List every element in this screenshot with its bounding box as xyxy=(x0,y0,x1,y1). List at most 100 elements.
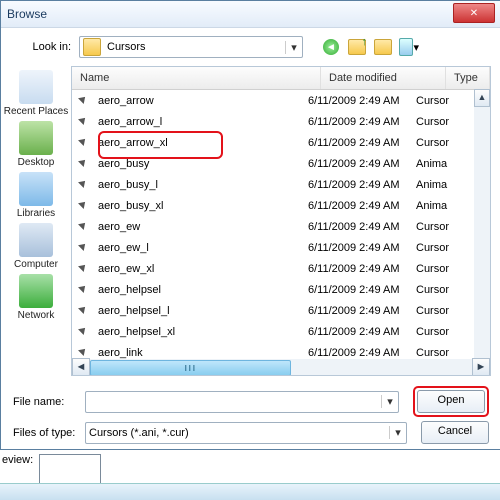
chevron-down-icon[interactable]: ▾ xyxy=(381,395,398,408)
view-menu-button[interactable]: ▾ xyxy=(399,37,419,57)
file-date: 6/11/2009 2:49 AM xyxy=(308,221,416,233)
titlebar: Browse ✕ xyxy=(1,1,500,28)
sidebar-item-recent[interactable]: Recent Places xyxy=(4,70,68,117)
file-row[interactable]: aero_ew_l6/11/2009 2:49 AMCursor xyxy=(72,237,490,258)
file-name: aero_link xyxy=(98,347,308,359)
sidebar-item-libraries[interactable]: Libraries xyxy=(17,172,55,219)
file-list-body: aero_arrow6/11/2009 2:49 AMCursoraero_ar… xyxy=(72,90,490,363)
scroll-up-button[interactable]: ▲ xyxy=(474,89,490,107)
file-name: aero_busy_l xyxy=(98,179,308,191)
file-name: aero_ew_xl xyxy=(98,263,308,275)
chevron-down-icon[interactable]: ▾ xyxy=(285,41,302,54)
file-name: aero_arrow_l xyxy=(98,116,308,128)
file-name: aero_helpsel xyxy=(98,284,308,296)
filetype-value: Cursors (*.ani, *.cur) xyxy=(86,427,389,439)
file-row[interactable]: aero_arrow6/11/2009 2:49 AMCursor xyxy=(72,90,490,111)
filename-input[interactable]: ▾ xyxy=(85,391,399,413)
sidebar-item-desktop[interactable]: Desktop xyxy=(18,121,55,168)
file-date: 6/11/2009 2:49 AM xyxy=(308,347,416,359)
column-date[interactable]: Date modified xyxy=(321,67,446,89)
file-list: Name Date modified Type aero_arrow6/11/2… xyxy=(71,66,491,376)
filetype-label: Files of type: xyxy=(13,427,77,439)
toolbar: ◄ ▾ xyxy=(321,37,419,57)
lookin-combo[interactable]: Cursors ▾ xyxy=(79,36,303,58)
up-button[interactable] xyxy=(347,37,367,57)
places-sidebar: Recent Places Desktop Libraries Computer… xyxy=(1,66,71,376)
cursor-file-icon xyxy=(78,241,92,255)
network-icon xyxy=(19,274,53,308)
file-name: aero_ew xyxy=(98,221,308,233)
file-row[interactable]: aero_helpsel6/11/2009 2:49 AMCursor xyxy=(72,279,490,300)
sidebar-item-label: Desktop xyxy=(18,157,55,168)
vertical-scrollbar[interactable]: ▲ xyxy=(474,89,490,359)
file-row[interactable]: aero_busy_xl6/11/2009 2:49 AMAnima xyxy=(72,195,490,216)
file-row[interactable]: aero_busy_l6/11/2009 2:49 AMAnima xyxy=(72,174,490,195)
sidebar-item-computer[interactable]: Computer xyxy=(14,223,58,270)
filetype-combo[interactable]: Cursors (*.ani, *.cur) ▾ xyxy=(85,422,407,444)
file-row[interactable]: aero_arrow_xl6/11/2009 2:49 AMCursor xyxy=(72,132,490,153)
new-folder-icon xyxy=(374,39,392,55)
cursor-file-icon xyxy=(78,157,92,171)
file-row[interactable]: aero_arrow_l6/11/2009 2:49 AMCursor xyxy=(72,111,490,132)
column-name[interactable]: Name xyxy=(72,67,321,89)
scroll-left-button[interactable]: ◄ xyxy=(72,358,90,376)
file-row[interactable]: aero_helpsel_l6/11/2009 2:49 AMCursor xyxy=(72,300,490,321)
file-date: 6/11/2009 2:49 AM xyxy=(308,137,416,149)
file-row[interactable]: aero_helpsel_xl6/11/2009 2:49 AMCursor xyxy=(72,321,490,342)
filetype-row: Files of type: Cursors (*.ani, *.cur) ▾ … xyxy=(13,421,489,444)
column-type[interactable]: Type xyxy=(446,67,490,89)
file-date: 6/11/2009 2:49 AM xyxy=(308,284,416,296)
file-row[interactable]: aero_busy6/11/2009 2:49 AMAnima xyxy=(72,153,490,174)
close-button[interactable]: ✕ xyxy=(453,3,495,23)
file-name: aero_arrow_xl xyxy=(98,137,308,149)
back-icon: ◄ xyxy=(323,39,339,55)
file-name: aero_helpsel_xl xyxy=(98,326,308,338)
sidebar-item-label: Libraries xyxy=(17,208,55,219)
browse-dialog: Browse ✕ Look in: Cursors ▾ ◄ ▾ Recent P… xyxy=(0,0,500,450)
bottom-panel: File name: ▾ Open Files of type: Cursors… xyxy=(1,376,500,454)
scroll-right-button[interactable]: ► xyxy=(472,358,490,376)
chevron-down-icon[interactable]: ▾ xyxy=(389,426,406,439)
cursor-file-icon xyxy=(78,220,92,234)
window-buttons: ✕ xyxy=(451,3,495,23)
cursor-file-icon xyxy=(78,94,92,108)
cursor-file-icon xyxy=(78,262,92,276)
new-folder-button[interactable] xyxy=(373,37,393,57)
lookin-value: Cursors xyxy=(104,41,285,53)
scroll-track[interactable]: ııı xyxy=(90,360,472,374)
horizontal-scrollbar[interactable]: ◄ ııı ► xyxy=(72,359,490,375)
sidebar-item-label: Recent Places xyxy=(4,106,68,117)
file-date: 6/11/2009 2:49 AM xyxy=(308,158,416,170)
cursor-file-icon xyxy=(78,325,92,339)
sidebar-item-network[interactable]: Network xyxy=(18,274,55,321)
lookin-row: Look in: Cursors ▾ ◄ ▾ xyxy=(1,28,500,66)
file-name: aero_ew_l xyxy=(98,242,308,254)
file-date: 6/11/2009 2:49 AM xyxy=(308,326,416,338)
desktop-icon xyxy=(19,121,53,155)
cursor-file-icon xyxy=(78,178,92,192)
cancel-button[interactable]: Cancel xyxy=(421,421,489,444)
file-date: 6/11/2009 2:49 AM xyxy=(308,263,416,275)
file-date: 6/11/2009 2:49 AM xyxy=(308,242,416,254)
file-row[interactable]: aero_ew6/11/2009 2:49 AMCursor xyxy=(72,216,490,237)
lookin-label: Look in: xyxy=(13,41,71,53)
folder-icon xyxy=(83,38,101,56)
filename-row: File name: ▾ Open xyxy=(13,386,489,417)
file-date: 6/11/2009 2:49 AM xyxy=(308,200,416,212)
scroll-thumb[interactable]: ııı xyxy=(90,360,291,376)
filename-label: File name: xyxy=(13,396,77,408)
back-button[interactable]: ◄ xyxy=(321,37,341,57)
libraries-icon xyxy=(19,172,53,206)
recent-icon xyxy=(19,70,53,104)
folder-up-icon xyxy=(348,39,366,55)
computer-icon xyxy=(19,223,53,257)
open-highlight: Open xyxy=(413,386,489,417)
file-date: 6/11/2009 2:49 AM xyxy=(308,116,416,128)
taskbar xyxy=(0,483,500,500)
file-date: 6/11/2009 2:49 AM xyxy=(308,179,416,191)
cursor-file-icon xyxy=(78,283,92,297)
file-date: 6/11/2009 2:49 AM xyxy=(308,305,416,317)
open-button[interactable]: Open xyxy=(417,390,485,413)
file-row[interactable]: aero_ew_xl6/11/2009 2:49 AMCursor xyxy=(72,258,490,279)
view-icon xyxy=(399,38,413,56)
